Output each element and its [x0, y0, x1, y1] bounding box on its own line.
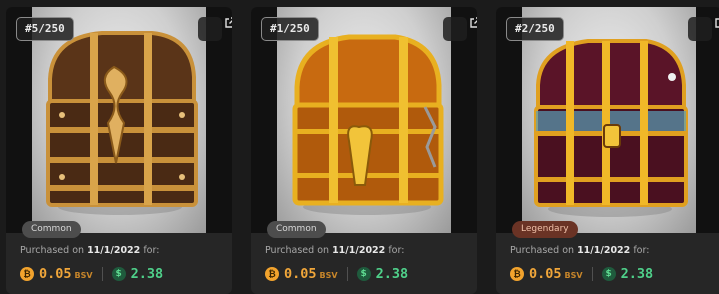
- rarity-badge: Common: [267, 221, 326, 238]
- bsv-amount: 0.05: [529, 266, 562, 282]
- bsv-coin-icon: ₿: [510, 267, 524, 281]
- price-row: ₿ 0.05 BSV $ 2.38: [265, 265, 408, 283]
- dollar-coin-icon: $: [601, 267, 616, 281]
- external-link-icon: [225, 17, 232, 28]
- purchase-info: Purchased on 11/1/2022 for:: [265, 245, 404, 256]
- edition-number: #2/250: [506, 17, 564, 41]
- nft-card[interactable]: #5/250 Common Purchased on 11/1/2022 for…: [6, 7, 232, 294]
- purchase-prefix: Purchased on: [20, 245, 85, 256]
- external-link-icon: [715, 18, 719, 28]
- purchase-date: 11/1/2022: [577, 245, 631, 256]
- price-row: ₿ 0.05 BSV $ 2.38: [510, 265, 653, 283]
- open-external-button[interactable]: [688, 17, 719, 41]
- open-external-button[interactable]: [198, 17, 232, 41]
- nft-image[interactable]: #1/250: [251, 7, 477, 233]
- price-divider: [101, 267, 103, 281]
- purchase-suffix: for:: [633, 245, 650, 256]
- usd-amount: 2.38: [620, 266, 654, 282]
- usd-amount: 2.38: [375, 266, 409, 282]
- nft-card[interactable]: #1/250 Common Purchased on 11/1/2022 for…: [251, 7, 477, 294]
- price-row: ₿ 0.05 BSV $ 2.38: [20, 265, 163, 283]
- nft-image[interactable]: #5/250: [6, 7, 232, 233]
- purchase-info: Purchased on 11/1/2022 for:: [510, 245, 649, 256]
- bsv-amount: 0.05: [284, 266, 317, 282]
- purchase-prefix: Purchased on: [510, 245, 575, 256]
- bsv-amount: 0.05: [39, 266, 72, 282]
- bsv-unit: BSV: [319, 271, 338, 280]
- purchase-date: 11/1/2022: [332, 245, 386, 256]
- dollar-coin-icon: $: [356, 267, 371, 281]
- edition-number: #5/250: [16, 17, 74, 41]
- edition-number: #1/250: [261, 17, 319, 41]
- bsv-coin-icon: ₿: [20, 267, 34, 281]
- dollar-coin-icon: $: [111, 267, 126, 281]
- bsv-unit: BSV: [74, 271, 93, 280]
- nft-image[interactable]: #2/250: [496, 7, 719, 233]
- purchase-suffix: for:: [388, 245, 405, 256]
- price-divider: [346, 267, 348, 281]
- purchase-prefix: Purchased on: [265, 245, 330, 256]
- rarity-badge: Common: [22, 221, 81, 238]
- external-link-icon: [470, 17, 477, 28]
- purchase-suffix: for:: [143, 245, 160, 256]
- open-external-button[interactable]: [443, 17, 477, 41]
- purchase-date: 11/1/2022: [87, 245, 141, 256]
- usd-amount: 2.38: [130, 266, 164, 282]
- bsv-coin-icon: ₿: [265, 267, 279, 281]
- nft-grid: #5/250 Common Purchased on 11/1/2022 for…: [0, 0, 719, 294]
- rarity-badge: Legendary: [512, 221, 578, 238]
- bsv-unit: BSV: [564, 271, 583, 280]
- price-divider: [591, 267, 593, 281]
- nft-card[interactable]: #2/250 Legendary Purchased on 11/1/2022 …: [496, 7, 719, 294]
- purchase-info: Purchased on 11/1/2022 for:: [20, 245, 159, 256]
